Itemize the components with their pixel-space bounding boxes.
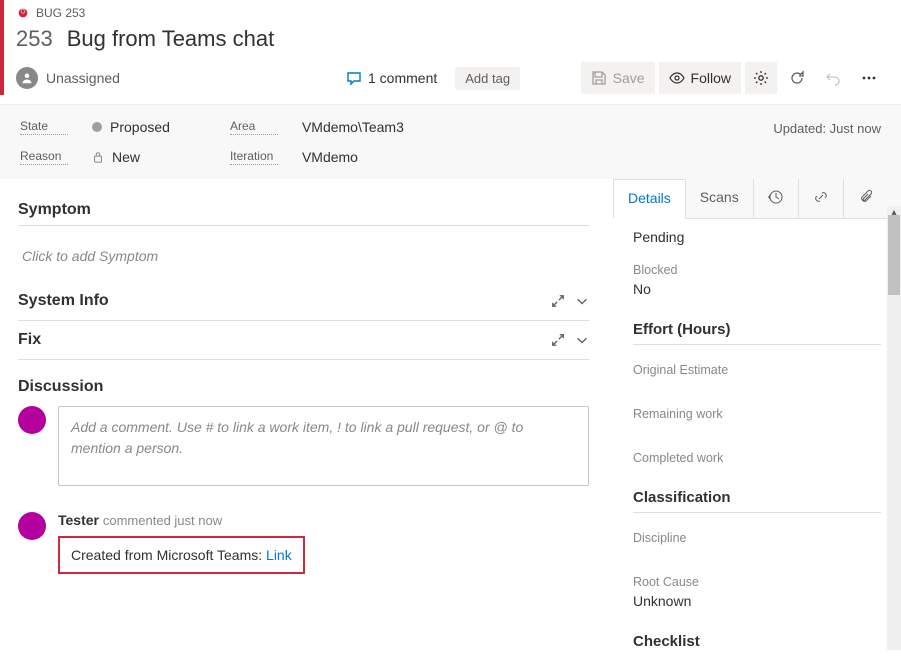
comment-timestamp: commented just now — [103, 513, 222, 528]
area-value[interactable]: VMdemo\Team3 — [302, 119, 404, 135]
iteration-label: Iteration — [230, 149, 278, 165]
classification-heading: Classification — [633, 489, 881, 513]
area-label: Area — [230, 119, 278, 135]
save-icon — [591, 70, 607, 86]
comment-author: Tester — [58, 512, 99, 528]
refresh-icon — [789, 70, 805, 86]
eye-icon — [669, 70, 685, 86]
discipline-label[interactable]: Discipline — [633, 531, 881, 545]
teams-link[interactable]: Link — [266, 547, 292, 563]
chevron-down-icon[interactable] — [575, 294, 589, 308]
bug-icon — [16, 6, 30, 20]
history-icon — [768, 189, 784, 205]
remaining-work-label[interactable]: Remaining work — [633, 407, 881, 421]
comment-input[interactable]: Add a comment. Use # to link a work item… — [58, 406, 589, 486]
pending-value: Pending — [633, 229, 881, 245]
tab-links[interactable] — [799, 179, 844, 218]
refresh-button[interactable] — [781, 62, 813, 94]
comment-header: Tester commented just now — [58, 512, 589, 528]
updated-text: Updated: Just now — [773, 119, 881, 136]
tab-attachments[interactable] — [844, 179, 888, 218]
link-icon — [813, 189, 829, 205]
symptom-placeholder[interactable]: Click to add Symptom — [18, 240, 589, 282]
state-dot-icon — [92, 122, 102, 132]
reason-value[interactable]: New — [92, 149, 140, 165]
iteration-value[interactable]: VMdemo — [302, 149, 358, 165]
person-icon — [16, 67, 38, 89]
effort-heading: Effort (Hours) — [633, 321, 881, 345]
scroll-up-arrow[interactable]: ▴ — [887, 206, 901, 220]
original-estimate-label[interactable]: Original Estimate — [633, 363, 881, 377]
ellipsis-icon — [861, 70, 877, 86]
gear-icon — [753, 70, 769, 86]
save-button: Save — [581, 62, 655, 94]
tab-history[interactable] — [754, 179, 799, 218]
assignee-label: Unassigned — [46, 70, 120, 86]
expand-icon[interactable] — [551, 294, 565, 308]
state-value[interactable]: Proposed — [92, 119, 170, 135]
breadcrumb: BUG 253 — [36, 6, 85, 20]
blocked-label: Blocked — [633, 263, 881, 277]
checklist-heading: Checklist — [633, 633, 881, 656]
more-actions-button[interactable] — [853, 62, 885, 94]
reason-label: Reason — [20, 149, 68, 165]
state-label: State — [20, 119, 68, 135]
tab-scans[interactable]: Scans — [686, 179, 754, 218]
comment-body: Created from Microsoft Teams: Link — [58, 536, 305, 574]
undo-button — [817, 62, 849, 94]
root-cause-value[interactable]: Unknown — [633, 593, 881, 609]
fix-section[interactable]: Fix — [18, 321, 589, 360]
add-tag-button[interactable]: Add tag — [455, 67, 520, 90]
attachment-icon — [858, 189, 874, 205]
system-info-section[interactable]: System Info — [18, 282, 589, 321]
chevron-down-icon[interactable] — [575, 333, 589, 347]
work-item-id: 253 — [16, 26, 53, 52]
comments-link[interactable]: 1 comment — [346, 70, 437, 86]
tab-details[interactable]: Details — [613, 179, 686, 219]
work-item-type-color — [0, 0, 4, 95]
assignee-picker[interactable]: Unassigned — [16, 67, 346, 89]
expand-icon[interactable] — [551, 333, 565, 347]
work-item-title[interactable]: Bug from Teams chat — [67, 26, 274, 52]
completed-work-label[interactable]: Completed work — [633, 451, 881, 465]
side-tabs: Details Scans — [613, 179, 901, 219]
comment-count: 1 comment — [368, 70, 437, 86]
follow-button[interactable]: Follow — [659, 62, 741, 94]
commenter-avatar — [18, 512, 46, 540]
undo-icon — [825, 70, 841, 86]
blocked-value[interactable]: No — [633, 281, 881, 297]
scrollbar-thumb[interactable] — [888, 215, 900, 295]
symptom-heading: Symptom — [18, 201, 589, 219]
settings-button[interactable] — [745, 62, 777, 94]
lock-icon — [92, 151, 104, 163]
discussion-heading: Discussion — [18, 378, 589, 396]
divider — [18, 225, 589, 226]
root-cause-label: Root Cause — [633, 575, 881, 589]
user-avatar — [18, 406, 46, 434]
